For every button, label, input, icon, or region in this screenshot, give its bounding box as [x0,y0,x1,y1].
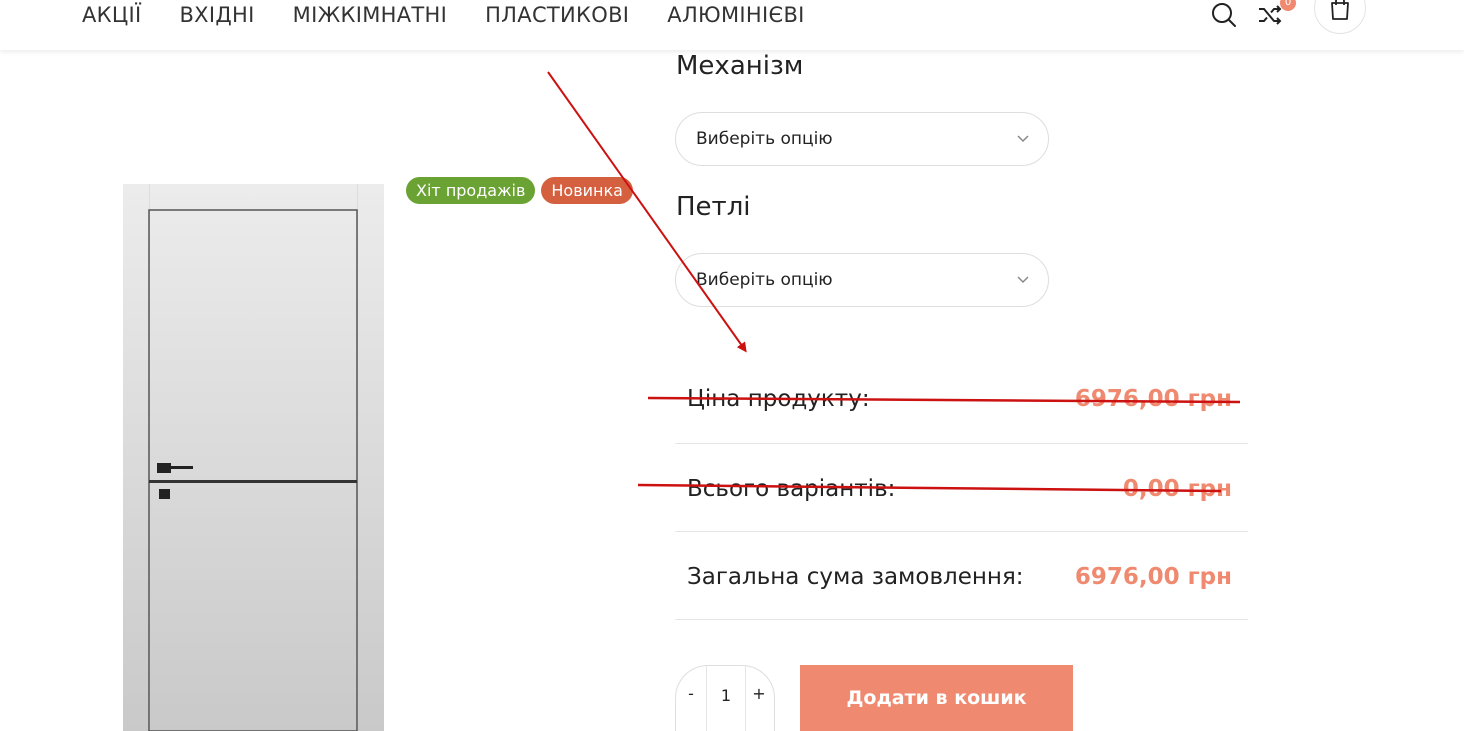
nav-item-promotions[interactable]: АКЦІЇ [82,3,141,27]
quantity-increase-button[interactable]: + [744,684,774,703]
order-total-value: 6976,00 грн [1074,564,1232,590]
mechanism-label: Механізм [676,51,804,81]
order-total-row: Загальна сума замовлення: 6976,00 грн [675,532,1248,620]
hinges-label: Петлі [676,192,751,222]
variants-total-value: 0,00 грн [1122,476,1232,502]
header-actions: 0 [1210,0,1366,34]
nav-item-entrance[interactable]: ВХІДНІ [179,3,254,27]
order-total-label: Загальна сума замовлення: [687,564,1024,590]
nav-item-aluminum[interactable]: АЛЮМІНІЄВІ [667,3,804,27]
mechanism-select-value: Виберіть опцію [696,129,833,149]
hinges-select-value: Виберіть опцію [696,270,833,290]
product-price-label: Ціна продукту: [687,386,870,412]
product-price-row: Ціна продукту: 6976,00 грн [675,356,1248,444]
chevron-down-icon [1017,135,1029,143]
quantity-stepper: - + [675,665,775,731]
variants-total-row: Всього варіантів: 0,00 грн [675,444,1248,532]
product-price-value: 6976,00 грн [1074,386,1232,412]
cart-button[interactable] [1314,0,1366,34]
variants-total-label: Всього варіантів: [687,476,896,502]
product-door-image [123,184,384,731]
search-icon[interactable] [1210,1,1238,29]
nav-item-plastic[interactable]: ПЛАСТИКОВІ [485,3,629,27]
main-nav: АКЦІЇ ВХІДНІ МІЖКІМНАТНІ ПЛАСТИКОВІ АЛЮМ… [82,0,843,30]
add-to-cart-button[interactable]: Додати в кошик [800,665,1073,731]
hinges-select[interactable]: Виберіть опцію [675,253,1049,307]
quantity-input[interactable] [707,686,745,705]
chevron-down-icon [1017,276,1029,284]
quantity-decrease-button[interactable]: - [676,684,706,703]
compare-count-badge: 0 [1280,0,1296,11]
new-badge: Новинка [541,177,633,204]
site-header: АКЦІЇ ВХІДНІ МІЖКІМНАТНІ ПЛАСТИКОВІ АЛЮМ… [0,0,1464,50]
shopping-bag-icon [1331,0,1349,20]
compare-button[interactable]: 0 [1256,0,1296,29]
bestseller-badge: Хіт продажів [406,177,536,204]
product-badges: Хіт продажів Новинка [406,177,639,204]
nav-item-interior[interactable]: МІЖКІМНАТНІ [293,3,447,27]
mechanism-select[interactable]: Виберіть опцію [675,112,1049,166]
